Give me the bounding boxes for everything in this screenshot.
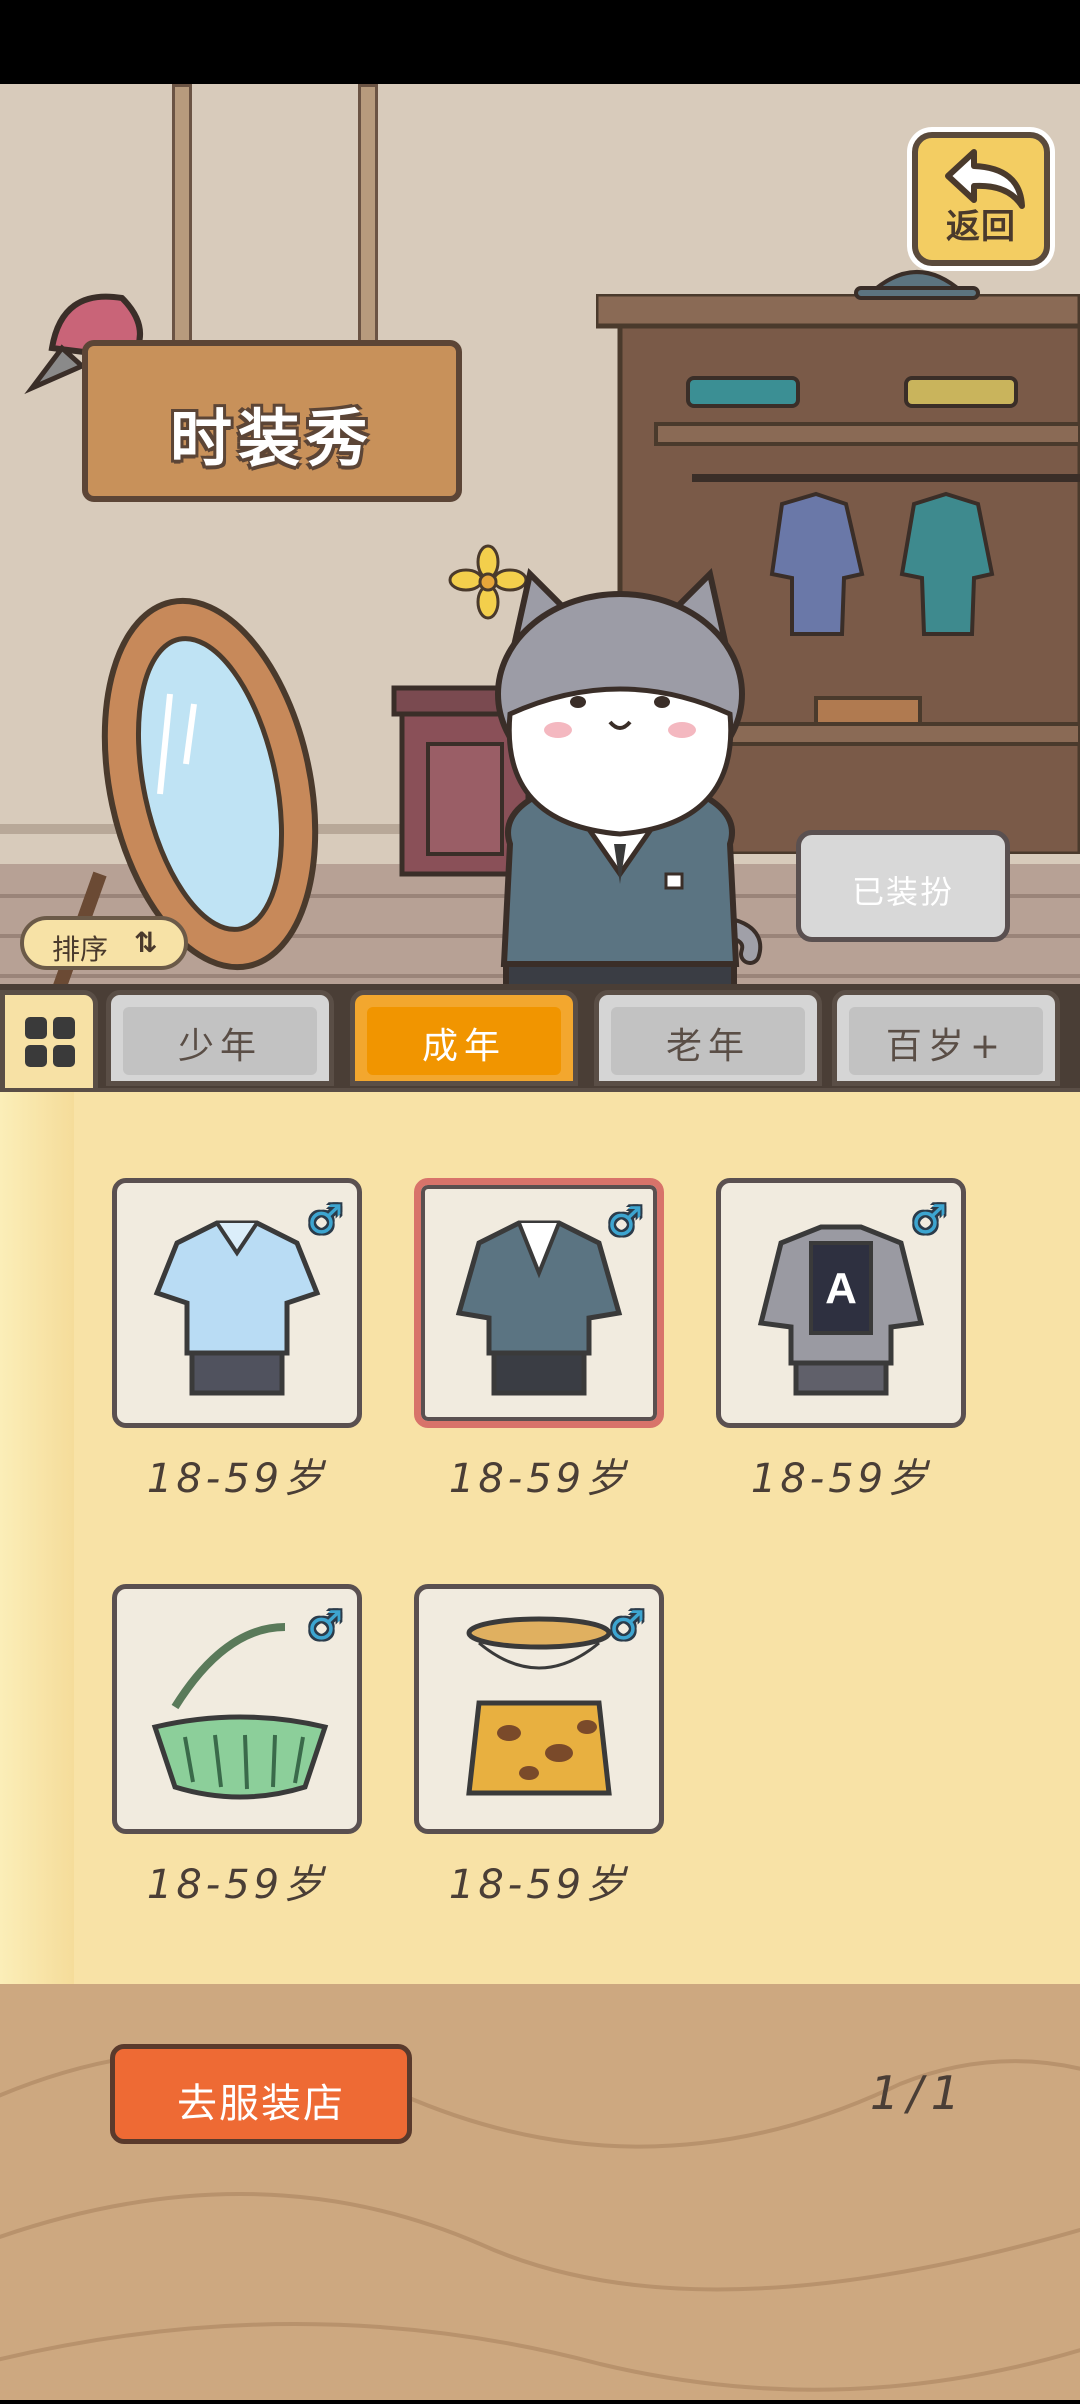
sort-arrows-icon: ⇅ — [134, 926, 158, 959]
outfit-card-leopard-hide[interactable]: ♂ — [414, 1584, 664, 1834]
equipped-button-label: 已装扮 — [851, 873, 954, 911]
sort-button[interactable]: 排序 ⇅ — [20, 916, 188, 970]
title-sign: 时装秀 — [82, 340, 462, 502]
page-indicator: 1/1 — [870, 2066, 969, 2120]
male-gender-icon: ♂ — [609, 1603, 645, 1649]
shop-button-label: 去服装店 — [177, 2081, 345, 2127]
cat-character — [495, 568, 763, 1004]
male-gender-icon: ♂ — [307, 1197, 343, 1243]
tab-centenarian[interactable]: 百岁+ — [832, 990, 1060, 1086]
tab-adult[interactable]: 成年 — [350, 990, 578, 1086]
tab-label: 百岁+ — [885, 1026, 1007, 1067]
go-to-clothing-shop-button[interactable]: 去服装店 — [110, 2044, 412, 2144]
tab-label: 成年 — [421, 1026, 506, 1067]
outfit-card-leaf-skirt[interactable]: ♂ — [112, 1584, 362, 1834]
page-title: 时装秀 — [169, 402, 374, 475]
equipped-button[interactable]: 已装扮 — [796, 830, 1010, 942]
sign-rope-left — [172, 84, 192, 352]
age-tab-bar: 少年 成年 老年 百岁+ — [0, 984, 1080, 1090]
grid-icon — [25, 1017, 75, 1067]
sign-rope-right — [358, 84, 378, 352]
outfit-age-label: 18-59岁 — [448, 1862, 630, 1908]
svg-text:A: A — [825, 1264, 857, 1313]
tab-label: 少年 — [177, 1026, 262, 1067]
outfit-card-gray-jacket[interactable]: A ♂ — [716, 1178, 966, 1428]
outfit-age-label: 18-59岁 — [448, 1456, 630, 1502]
outfit-card-dark-uniform[interactable]: ♂ — [414, 1178, 664, 1428]
tab-youth[interactable]: 少年 — [106, 990, 334, 1086]
male-gender-icon: ♂ — [911, 1197, 947, 1243]
outfit-age-label: 18-59岁 — [146, 1862, 328, 1908]
sort-label: 排序 — [52, 933, 109, 966]
panel-spine — [0, 1092, 74, 1984]
outfit-age-label: 18-59岁 — [146, 1456, 328, 1502]
grid-view-tab[interactable] — [0, 990, 98, 1094]
tab-senior[interactable]: 老年 — [594, 990, 822, 1086]
back-button[interactable]: 返回 — [912, 132, 1050, 266]
tab-label: 老年 — [665, 1026, 750, 1067]
male-gender-icon: ♂ — [307, 1603, 343, 1649]
outfit-card-light-blue-shirt[interactable]: ♂ — [112, 1178, 362, 1428]
outfit-age-label: 18-59岁 — [750, 1456, 932, 1502]
back-button-label: 返回 — [946, 207, 1016, 247]
male-gender-icon: ♂ — [607, 1199, 643, 1245]
